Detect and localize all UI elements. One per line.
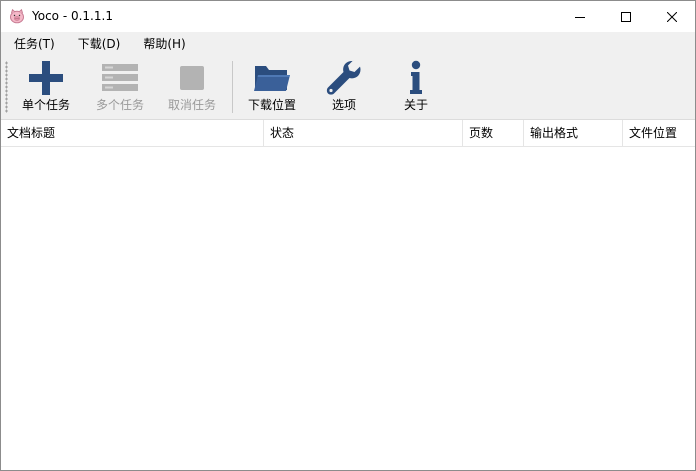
toolbar-separator — [232, 61, 233, 113]
multi-task-button[interactable]: 多个任务 — [87, 59, 153, 117]
minimize-icon — [575, 16, 585, 18]
task-list[interactable]: 文档标题 状态 页数 输出格式 文件位置 — [1, 120, 695, 470]
app-window: Yoco - 0.1.1.1 任务(T) 下载(D) 帮助(H) 单个任务 多个… — [0, 0, 696, 471]
cancel-task-label: 取消任务 — [167, 98, 216, 112]
multi-task-label: 多个任务 — [95, 98, 144, 112]
about-button[interactable]: 关于 — [383, 59, 449, 117]
minimize-button[interactable] — [557, 1, 603, 32]
title-bar: Yoco - 0.1.1.1 — [1, 1, 695, 32]
maximize-button[interactable] — [603, 1, 649, 32]
plus-icon — [29, 61, 63, 95]
close-button[interactable] — [649, 1, 695, 32]
column-header-file-location[interactable]: 文件位置 — [623, 120, 695, 146]
menu-task[interactable]: 任务(T) — [1, 32, 65, 56]
download-location-label: 下载位置 — [247, 98, 296, 112]
wrench-icon — [326, 60, 361, 95]
single-task-button[interactable]: 单个任务 — [13, 59, 79, 117]
toolbar-grip[interactable] — [5, 61, 8, 113]
stop-icon — [180, 66, 204, 90]
download-location-button[interactable]: 下载位置 — [239, 59, 305, 117]
window-title: Yoco - 0.1.1.1 — [32, 9, 113, 23]
folder-icon — [254, 66, 290, 91]
maximize-icon — [621, 11, 631, 22]
column-header-status[interactable]: 状态 — [264, 120, 463, 146]
column-header-title[interactable]: 文档标题 — [1, 120, 264, 146]
task-list-body[interactable] — [1, 147, 695, 470]
single-task-label: 单个任务 — [21, 98, 70, 112]
options-label: 选项 — [331, 98, 356, 112]
column-header-pages[interactable]: 页数 — [463, 120, 524, 146]
menu-download[interactable]: 下载(D) — [65, 32, 131, 56]
about-label: 关于 — [403, 98, 428, 112]
list-icon — [102, 64, 138, 91]
menu-help[interactable]: 帮助(H) — [130, 32, 195, 56]
column-header-output-format[interactable]: 输出格式 — [524, 120, 623, 146]
toolbar: 单个任务 多个任务 取消任务 下载位置 选项 关于 — [1, 56, 695, 120]
info-icon — [410, 60, 422, 94]
close-icon — [667, 11, 677, 22]
options-button[interactable]: 选项 — [311, 59, 377, 117]
task-list-header: 文档标题 状态 页数 输出格式 文件位置 — [1, 120, 695, 147]
app-pig-icon — [10, 8, 24, 24]
menu-bar: 任务(T) 下载(D) 帮助(H) — [1, 32, 695, 56]
cancel-task-button[interactable]: 取消任务 — [159, 59, 225, 117]
